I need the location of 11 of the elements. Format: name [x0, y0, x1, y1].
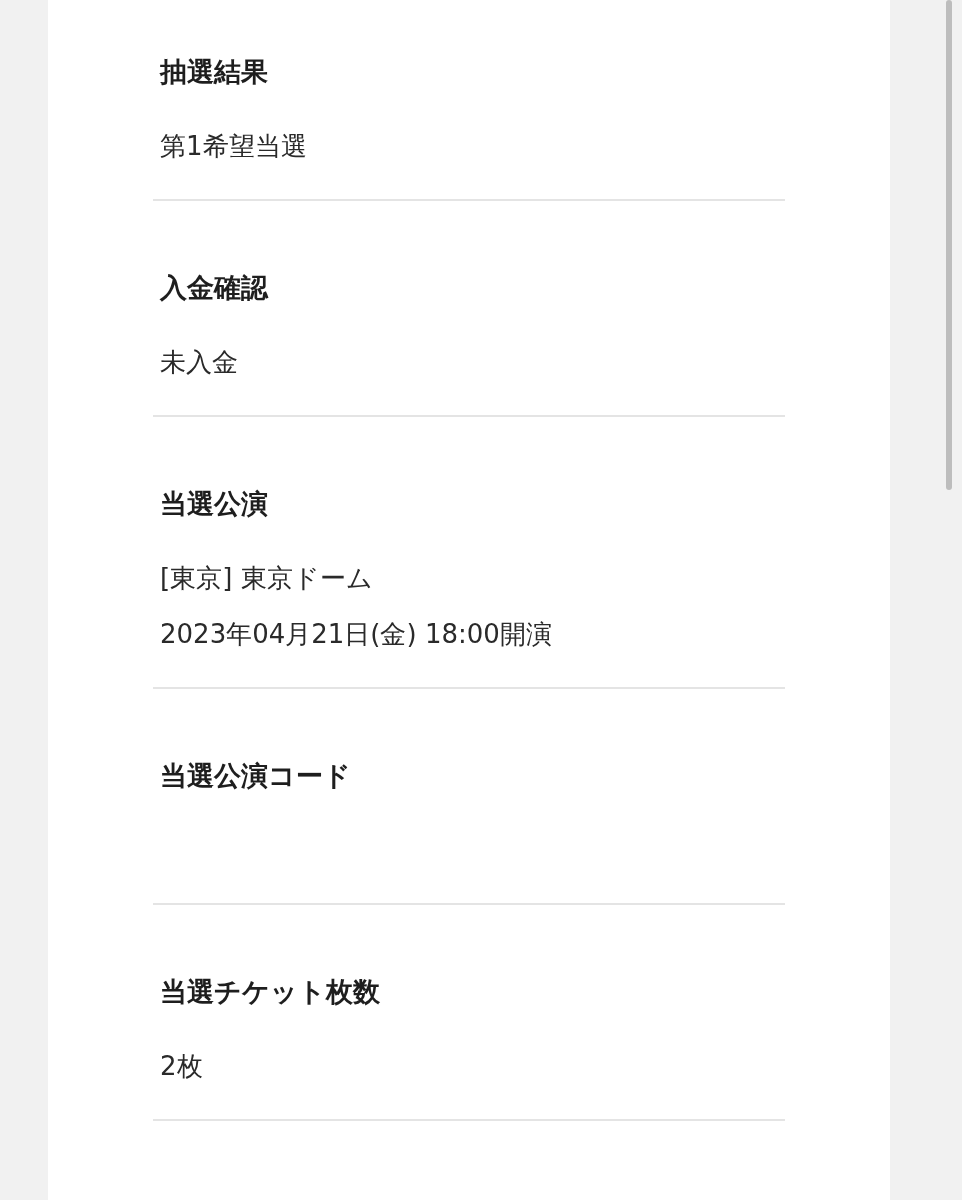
field-label: 当選チケット枚数 — [160, 975, 380, 1009]
field-label: 当選公演コード — [160, 759, 351, 793]
field-value: 2023年04月21日(金) 18:00開演 — [160, 618, 552, 651]
scrollbar[interactable] — [946, 0, 952, 490]
field-value: 2枚 — [160, 1050, 203, 1083]
field-value: [東京] 東京ドーム — [160, 562, 373, 595]
field-value: 第1希望当選 — [160, 130, 307, 163]
field-label: 当選公演 — [160, 487, 268, 521]
field-label: 入金確認 — [160, 271, 268, 305]
field-value: 未入金 — [160, 346, 238, 379]
field-label: 抽選結果 — [160, 55, 268, 89]
